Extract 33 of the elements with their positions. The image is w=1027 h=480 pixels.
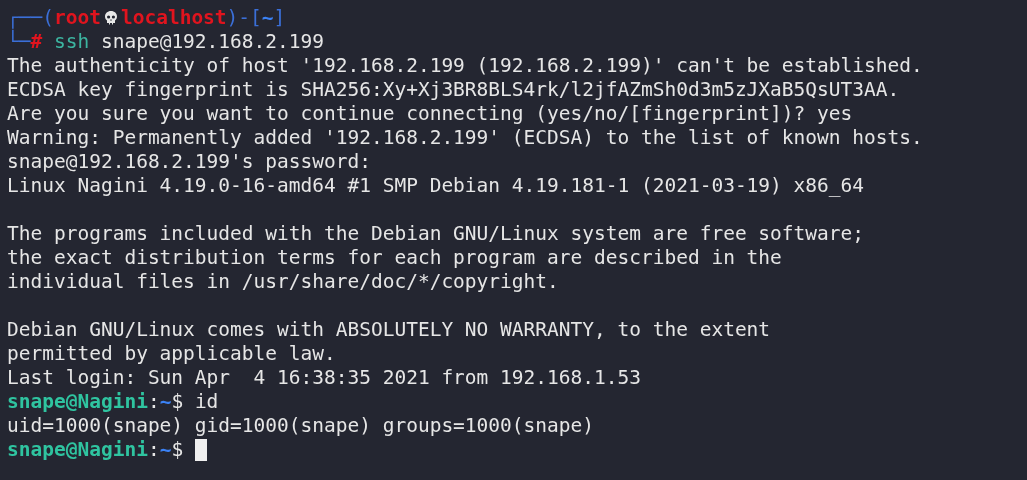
- output-line: ECDSA key fingerprint is SHA256:Xy+Xj3BR8BLS4rk/l2jfAZmSh0d3m5zJXaB5QsUT3AA.: [7, 78, 901, 102]
- command-text: :: [147, 438, 160, 462]
- prompt-user: root: [53, 6, 101, 30]
- prompt-user: #: [30, 30, 43, 54]
- command-text: id: [194, 390, 219, 414]
- prompt-path: ~: [159, 390, 172, 414]
- prompt-user: localhost: [120, 6, 227, 30]
- output-line: Linux Nagini 4.19.0-16-amd64 #1 SMP Debian 4.19.181-1 (2021-03-19) x86_64: [7, 174, 866, 198]
- output-line: permitted by applicable law.: [7, 342, 337, 366]
- output-line: individual files in /usr/share/doc/*/copyright.: [7, 270, 560, 294]
- prompt-frame: └─: [7, 30, 31, 54]
- output-line: The programs included with the Debian GNU/Linux system are free software;: [7, 222, 866, 246]
- prompt-frame: )-[: [226, 6, 262, 30]
- skull-icon: [102, 10, 119, 26]
- command-text: :: [147, 390, 160, 414]
- command-text: $: [171, 438, 184, 462]
- output-line: Warning: Permanently added '192.168.2.199' (ECDSA) to the list of known hosts.: [7, 126, 924, 150]
- command-name: ssh: [53, 30, 90, 54]
- output-line: the exact distribution terms for each program are described in the: [7, 246, 783, 270]
- prompt-frame: ┌──(: [7, 6, 54, 30]
- output-line: Are you sure you want to continue connecting (yes/no/[fingerprint])? yes: [7, 102, 854, 126]
- prompt-path: ~: [261, 6, 274, 30]
- output-line: Last login: Sun Apr 4 16:38:35 2021 from 192.168.1.53: [7, 366, 642, 390]
- output-line: The authenticity of host '192.168.2.199 (192.168.2.199)' can't be established.: [7, 54, 924, 78]
- output-line: uid=1000(snape) gid=1000(snape) groups=1000(snape): [7, 414, 595, 438]
- command-text: $: [171, 390, 184, 414]
- prompt-user-host: snape@Nagini: [7, 390, 148, 414]
- output-line: snape@192.168.2.199's password:: [7, 150, 372, 174]
- command-text: snape@192.168.2.199: [100, 30, 324, 54]
- prompt-user-host: snape@Nagini: [7, 438, 148, 462]
- prompt-path: ~: [159, 438, 172, 462]
- prompt-frame: ]: [273, 6, 286, 30]
- output-line: Debian GNU/Linux comes with ABSOLUTELY NO WARRANTY, to the extent: [7, 318, 772, 342]
